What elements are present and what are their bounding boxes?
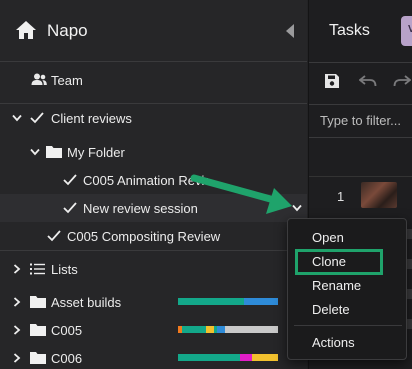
- tree-item-label: C005 Compositing Review: [67, 229, 221, 244]
- folder-icon: [30, 352, 46, 364]
- check-icon: [63, 174, 77, 186]
- expand-chevron-right-icon[interactable]: [12, 353, 22, 363]
- menu-item-open[interactable]: Open: [312, 230, 344, 245]
- divider: [309, 176, 412, 177]
- folder-icon: [30, 324, 46, 336]
- tree-item-c005-compositing-review[interactable]: C005 Compositing Review: [0, 222, 307, 250]
- context-menu: Open Clone Rename Delete Actions: [287, 218, 407, 360]
- clone-highlight-box: [295, 249, 383, 275]
- status-bar: [178, 354, 278, 361]
- tree-item-my-folder[interactable]: My Folder: [0, 138, 307, 166]
- cell-indicator: [407, 319, 412, 329]
- save-icon[interactable]: [324, 73, 340, 89]
- tree-item-label: C005: [51, 323, 83, 338]
- folder-icon: [30, 296, 46, 308]
- tree-item-label: Asset builds: [51, 295, 122, 310]
- home-icon[interactable]: [15, 20, 37, 40]
- cell-indicator: [407, 259, 412, 269]
- task-thumbnail[interactable]: [361, 182, 397, 208]
- undo-icon[interactable]: [359, 74, 377, 88]
- app-header: Napo: [0, 0, 307, 62]
- expand-chevron-down-icon[interactable]: [12, 113, 22, 123]
- divider: [309, 62, 412, 63]
- cell-indicator: [407, 229, 412, 239]
- tree-item-client-reviews[interactable]: Client reviews: [0, 104, 307, 132]
- tree-item-asset-builds[interactable]: Asset builds: [0, 288, 307, 316]
- annotation-arrow-icon: [190, 174, 292, 214]
- team-icon: [31, 73, 47, 85]
- check-icon: [63, 202, 77, 214]
- status-bar: [178, 326, 278, 333]
- menu-item-delete[interactable]: Delete: [312, 302, 350, 317]
- menu-item-actions[interactable]: Actions: [312, 335, 355, 350]
- list-icon: [30, 263, 45, 275]
- filter-box: [309, 104, 412, 138]
- check-icon: [30, 112, 44, 124]
- status-bar: [178, 298, 278, 305]
- tree-item-c006[interactable]: C006: [0, 344, 307, 369]
- divider: [0, 250, 307, 251]
- filter-input[interactable]: [320, 113, 412, 128]
- tree-item-label: Lists: [51, 262, 78, 277]
- menu-item-rename[interactable]: Rename: [312, 278, 361, 293]
- team-item[interactable]: Team: [0, 66, 307, 94]
- menu-divider: [294, 325, 402, 326]
- cell-indicator: [407, 289, 412, 299]
- check-icon: [47, 230, 61, 242]
- collapse-chevron-left-icon[interactable]: [284, 23, 296, 39]
- view-chip[interactable]: V: [401, 16, 412, 46]
- view-chip-letter: V: [408, 24, 412, 35]
- tasks-title: Tasks: [329, 22, 370, 39]
- app-title[interactable]: Napo: [47, 21, 88, 41]
- task-row-number: 1: [337, 189, 345, 204]
- expand-chevron-right-icon[interactable]: [12, 264, 22, 274]
- expand-chevron-right-icon[interactable]: [12, 325, 22, 335]
- expand-chevron-down-icon[interactable]: [30, 147, 40, 157]
- tree-item-label: My Folder: [67, 145, 125, 160]
- folder-icon: [46, 146, 62, 158]
- redo-icon[interactable]: [393, 74, 411, 88]
- tree-item-label: C006: [51, 351, 83, 366]
- team-label: Team: [51, 73, 83, 88]
- tree-item-c005[interactable]: C005: [0, 316, 307, 344]
- tree-item-label: New review session: [83, 201, 198, 216]
- tree-item-label: Client reviews: [51, 111, 132, 126]
- tree-item-lists[interactable]: Lists: [0, 255, 307, 283]
- expand-chevron-right-icon[interactable]: [12, 297, 22, 307]
